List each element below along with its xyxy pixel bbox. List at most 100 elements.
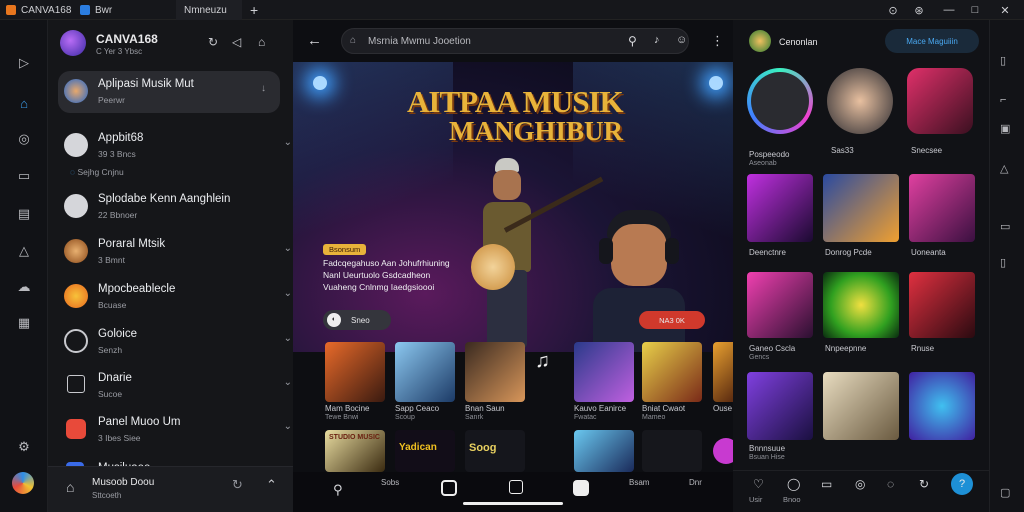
chevron-down-icon[interactable]: ⌄	[284, 421, 292, 432]
list-item[interactable]: Mpocbeablecle Bcuase ⌄	[58, 276, 328, 320]
sidebar-icon[interactable]: ▯	[1000, 54, 1006, 67]
sync-icon[interactable]: ↻	[232, 477, 243, 493]
layout-icon[interactable]: ▣	[1000, 122, 1010, 135]
back-arrow-icon[interactable]: ←	[307, 32, 322, 49]
emoji-icon[interactable]: ☺	[676, 34, 687, 46]
chat-icon[interactable]: ▭	[1000, 220, 1010, 233]
new-tab-button[interactable]: +	[250, 0, 258, 20]
send-icon[interactable]: ▷	[12, 52, 36, 74]
comment-icon[interactable]: ◯	[787, 477, 800, 491]
play-button[interactable]: ◐ Sneo	[323, 310, 391, 330]
list-item[interactable]: Poraral Mtsik 3 Bmnt ⌄	[58, 231, 328, 275]
search-icon[interactable]: ⚲	[628, 34, 637, 48]
chat-icon[interactable]: ▭	[12, 165, 36, 187]
grid-card[interactable]	[909, 272, 975, 338]
heart-icon[interactable]: ♡	[753, 477, 764, 491]
thumb-card[interactable]	[642, 430, 702, 472]
chat-icon[interactable]	[441, 480, 457, 496]
list-item[interactable]: Splodabe Kenn Aanghlein 22 Bbnoer	[58, 186, 328, 230]
thumb-card[interactable]	[325, 342, 385, 402]
thumb-card[interactable]	[713, 342, 733, 402]
thumb-card[interactable]: Soog	[465, 430, 525, 472]
cta-button[interactable]: NA3 0K	[639, 311, 705, 329]
story-avatar[interactable]	[827, 68, 893, 134]
close-button[interactable]: ✕	[992, 0, 1018, 20]
search-input[interactable]: Msrnia Mwmu Jooetion	[368, 36, 471, 47]
list-item-sub: 39 3 Bncs	[98, 149, 136, 159]
mic-icon[interactable]: ♪	[654, 34, 660, 46]
list-item-active[interactable]: Aplipasi Musik Mut Peerwr ↓	[58, 71, 280, 113]
chevron-down-icon[interactable]: ⌄	[284, 333, 292, 344]
list-item[interactable]: Dnarie Sucoe ⌄	[58, 365, 328, 409]
square-icon[interactable]	[509, 480, 523, 494]
phone-icon[interactable]: ▯	[1000, 256, 1006, 269]
bell-icon[interactable]: △	[12, 240, 36, 262]
compass-icon[interactable]: ◎	[12, 128, 36, 150]
list-item-sub: Peerwr	[98, 95, 125, 105]
more-vertical-icon[interactable]: ⋮	[711, 33, 724, 49]
thumb-card[interactable]	[574, 342, 634, 402]
grid-card[interactable]	[909, 372, 975, 440]
chevron-down-icon[interactable]: ⌄	[284, 377, 292, 388]
refresh-icon[interactable]: ↻	[208, 35, 218, 49]
thumb-card[interactable]	[395, 342, 455, 402]
header-action-button[interactable]: Mace Maguiiin	[885, 29, 979, 53]
nav-label[interactable]: Bsam	[629, 478, 649, 487]
story-avatar[interactable]	[747, 68, 813, 134]
maximize-button[interactable]: □	[962, 0, 988, 20]
browser-tab-2[interactable]: Nmneuzu	[176, 0, 242, 20]
grid-icon[interactable]: ▦	[12, 312, 36, 334]
grid-card[interactable]	[823, 174, 899, 242]
chevron-down-icon[interactable]: ⌄	[284, 288, 292, 299]
avatar	[64, 133, 88, 157]
extensions-icon[interactable]: ⊛	[906, 0, 932, 20]
minimize-button[interactable]: —	[936, 0, 962, 20]
settings-icon[interactable]: ⚙	[12, 436, 36, 458]
profile-avatar-icon[interactable]	[12, 472, 34, 494]
sub-item[interactable]: ◌ Sejhg Cnjnu	[70, 167, 124, 177]
story-avatar[interactable]	[907, 68, 973, 134]
list-item[interactable]: Goloice Senzh ⌄	[58, 321, 328, 365]
nav-label[interactable]: Sobs	[381, 478, 399, 487]
grid-card[interactable]	[747, 372, 813, 440]
history-icon[interactable]: ⊙	[880, 0, 906, 20]
action-fab-icon[interactable]: ?	[951, 473, 973, 495]
home-icon[interactable]: ⌂	[66, 479, 74, 495]
grid-card[interactable]	[747, 272, 813, 338]
banner-desc-1: Fadcqegahuso Aan Johufrhiuning	[323, 258, 450, 268]
lock-icon: ⌂	[350, 35, 357, 46]
app-tab[interactable]: CANVA168	[6, 0, 71, 20]
thumb-card[interactable]	[465, 342, 525, 402]
folder-icon[interactable]: ▤	[12, 203, 36, 225]
thumb-card[interactable]: Yadican	[395, 430, 455, 472]
back-icon[interactable]: ◁	[232, 35, 241, 49]
browser-tab-1[interactable]: Bwr	[80, 0, 112, 20]
message-icon[interactable]	[573, 480, 589, 496]
refresh-icon[interactable]: ↻	[919, 477, 929, 491]
thumb-card[interactable]	[642, 342, 702, 402]
nav-label[interactable]: Dnr	[689, 478, 702, 487]
more-icon[interactable]: ⌃	[266, 477, 277, 493]
grid-card[interactable]	[747, 174, 813, 242]
list-item[interactable]: Appbit68 39 3 Bncs ⌄	[58, 125, 328, 169]
chevron-down-icon[interactable]: ⌄	[284, 137, 292, 148]
search-bar[interactable]: ⌂ Msrnia Mwmu Jooetion ⚲ ♪ ☺	[341, 28, 689, 54]
pin-icon[interactable]: ↓	[261, 83, 266, 94]
panel-icon[interactable]: ⌐	[1000, 94, 1006, 106]
thumb-card[interactable]	[574, 430, 634, 472]
expand-icon[interactable]: ▢	[1000, 486, 1010, 499]
chat-bubble-icon[interactable]: ▭	[821, 477, 832, 491]
thumb-card[interactable]: STUDIO MUSIC	[325, 430, 385, 472]
cloud-icon[interactable]: ☁	[12, 276, 36, 298]
notification-icon[interactable]: ⌂	[258, 35, 265, 49]
message-icon[interactable]: ◌	[887, 477, 894, 491]
home-icon[interactable]: ⌂	[12, 92, 36, 114]
chevron-down-icon[interactable]: ⌄	[284, 243, 292, 254]
bell-icon[interactable]: △	[1000, 162, 1008, 175]
list-item[interactable]: Panel Muoo Um 3 Ibes Siee ⌄	[58, 409, 328, 453]
grid-card[interactable]	[909, 174, 975, 242]
at-icon[interactable]: ◎	[855, 477, 865, 491]
grid-card[interactable]	[823, 372, 899, 440]
grid-card[interactable]	[823, 272, 899, 338]
search-icon[interactable]: ⚲	[333, 482, 343, 498]
